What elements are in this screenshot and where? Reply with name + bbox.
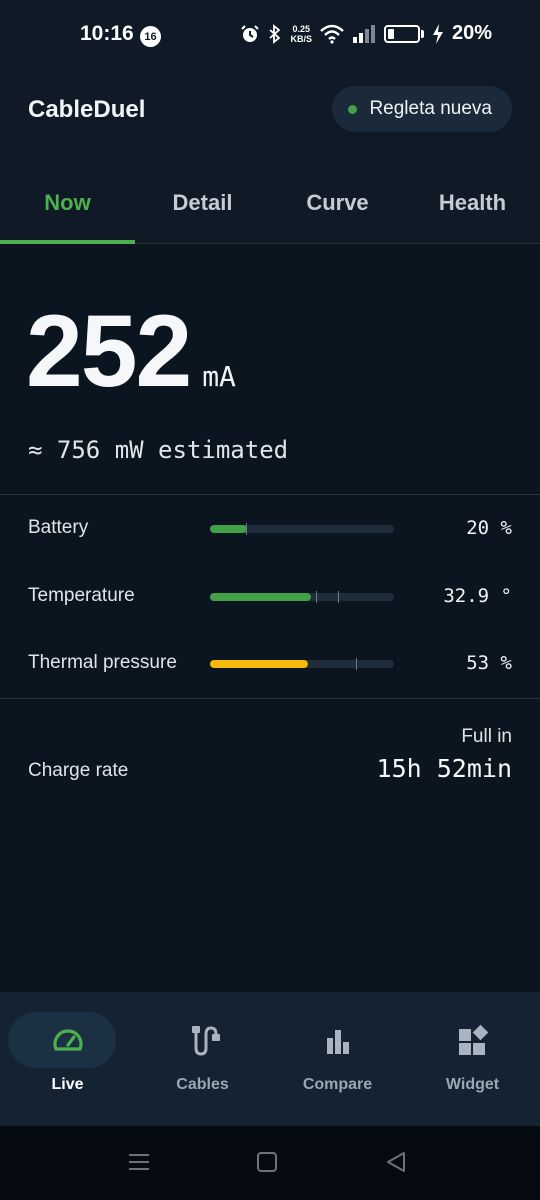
current-reading: 252 mA: [26, 300, 236, 402]
full-in-label: Full in: [461, 726, 512, 747]
cell-signal-icon: [352, 24, 375, 43]
metric-value: 20 %: [466, 517, 512, 539]
tab-health[interactable]: Health: [405, 162, 540, 244]
metric-bar-track: [210, 591, 394, 603]
app-title: CableDuel: [28, 96, 146, 123]
metric-tick: [246, 523, 247, 535]
divider: [0, 494, 540, 495]
battery-icon: [383, 24, 420, 43]
bottom-navigation: Live Cables Compare Widget: [0, 992, 540, 1126]
menu-icon[interactable]: [127, 1150, 151, 1174]
nav-label: Cables: [176, 1076, 229, 1093]
nav-widget[interactable]: Widget: [405, 1012, 540, 1108]
metric-temperature: Temperature 32.9 °: [0, 577, 540, 617]
nav-cables[interactable]: Cables: [135, 1012, 270, 1108]
connection-status-dot: [348, 104, 358, 114]
tab-label: Now: [44, 190, 91, 215]
tab-label: Detail: [172, 190, 233, 215]
metric-value: 32.9 °: [443, 585, 512, 607]
home-icon[interactable]: [256, 1150, 278, 1174]
network-speed: 0.25 KB/S: [290, 23, 312, 44]
alarm-icon: [241, 24, 260, 42]
cable-icon: [191, 1026, 220, 1056]
metric-tick: [356, 658, 357, 670]
nav-label: Widget: [445, 1076, 500, 1093]
speedometer-icon: [52, 1029, 83, 1051]
battery-percent: 20%: [451, 22, 492, 44]
tab-now[interactable]: Now: [0, 162, 135, 244]
charging-bolt-icon: [432, 23, 443, 44]
metric-label: Battery: [28, 517, 89, 538]
widgets-icon: [458, 1024, 488, 1055]
divider: [0, 698, 540, 699]
system-navigation-bar: [0, 1126, 540, 1200]
metric-label: Temperature: [28, 585, 135, 606]
nav-compare[interactable]: Compare: [270, 1012, 405, 1108]
metric-battery: Battery 20 %: [0, 509, 540, 549]
wifi-icon: [320, 24, 344, 44]
metric-value: 53 %: [466, 652, 512, 674]
status-bar: 10:16 16 0.25 KB/S 20%: [0, 0, 540, 72]
notification-count-badge: 16: [140, 26, 161, 47]
bar-chart-icon: [326, 1030, 349, 1054]
metric-bar-fill: [210, 593, 312, 601]
metric-bar-track: [210, 523, 394, 535]
nav-label: Live: [51, 1076, 84, 1093]
status-time: 10:16: [80, 22, 134, 45]
current-value: 252: [26, 294, 192, 408]
charge-rate-label: Charge rate: [28, 760, 129, 781]
app-header: CableDuel Regleta nueva: [0, 72, 540, 162]
tab-curve[interactable]: Curve: [270, 162, 405, 244]
tab-label: Health: [438, 190, 507, 215]
metric-label: Thermal pressure: [28, 652, 177, 673]
full-in-value: 15h 52min: [376, 754, 512, 783]
bluetooth-icon: [269, 23, 281, 44]
metric-bar-fill: [210, 660, 308, 668]
estimated-power: ≈ 756 mW estimated: [28, 436, 289, 464]
current-unit: mA: [202, 360, 236, 393]
status-icons: 0.25 KB/S 20%: [240, 22, 492, 45]
metric-tick: [316, 591, 317, 603]
device-name: Regleta nueva: [369, 98, 492, 119]
tab-bar: Now Detail Curve Health: [0, 162, 540, 244]
tab-detail[interactable]: Detail: [135, 162, 270, 244]
battery-tip: [420, 29, 424, 38]
back-icon[interactable]: [385, 1150, 407, 1174]
nav-live[interactable]: Live: [0, 1012, 135, 1108]
metric-bar-fill: [210, 525, 247, 533]
battery-level-fill: [387, 28, 394, 39]
now-panel: 252 mA ≈ 756 mW estimated Battery 20 % T…: [0, 244, 540, 992]
metric-tick: [338, 591, 339, 603]
metric-bar-track: [210, 658, 394, 670]
metric-thermal-pressure: Thermal pressure 53 %: [0, 644, 540, 684]
tab-label: Curve: [306, 190, 369, 215]
device-selector-chip[interactable]: Regleta nueva: [332, 86, 512, 132]
nav-label: Compare: [302, 1076, 373, 1093]
